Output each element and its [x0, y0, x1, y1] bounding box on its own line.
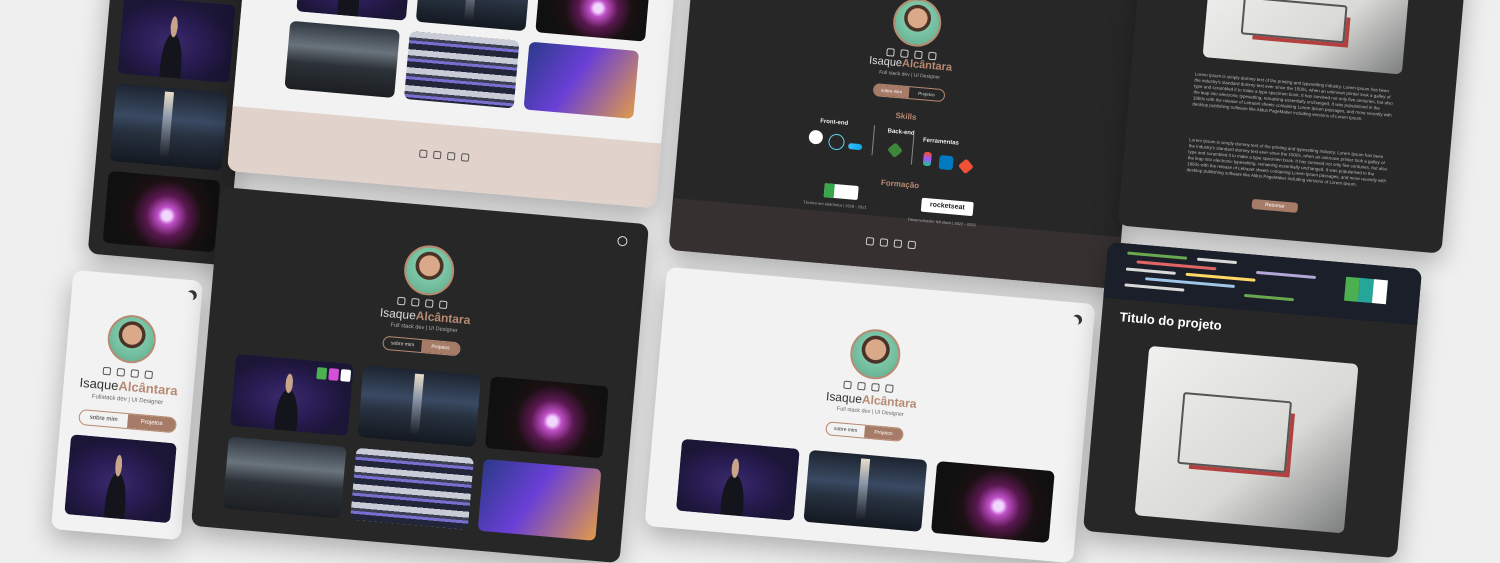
- skills-divider: [871, 125, 876, 156]
- instagram-icon[interactable]: [397, 296, 406, 306]
- section-toggle[interactable]: sobre mim Projetos: [382, 335, 461, 357]
- project-thumb-plasma[interactable]: [930, 461, 1055, 544]
- linkedin-icon[interactable]: [446, 151, 456, 161]
- tech-badge: [328, 368, 340, 381]
- twitter-icon[interactable]: [116, 368, 126, 377]
- tailwind-icon: [847, 143, 863, 151]
- avatar: [891, 0, 944, 49]
- desktop-profile-light-card: IsaqueAlcântara Full stack dev | UI Desi…: [644, 266, 1096, 563]
- project-thumb-plasma[interactable]: [484, 376, 609, 459]
- twitter-icon[interactable]: [857, 381, 866, 391]
- section-toggle[interactable]: sobre mim Projetos: [78, 408, 178, 434]
- back-button[interactable]: Retornar: [1251, 198, 1299, 213]
- twitter-icon[interactable]: [432, 150, 442, 160]
- git-icon: [957, 158, 974, 175]
- first-name: Isaque: [78, 374, 120, 394]
- desktop-profile-dark-card: IsaqueAlcântara Full stack dev | UI Desi…: [191, 186, 649, 563]
- first-name: Isaque: [825, 389, 863, 407]
- sun-icon[interactable]: [617, 235, 628, 247]
- project-cover-image: [1202, 0, 1410, 75]
- toggle-about[interactable]: sobre mim: [873, 84, 910, 99]
- project-thumb-plasma[interactable]: [102, 170, 221, 253]
- tech-badge: [340, 369, 352, 382]
- project-detail-text-card: Lorem Ipsum is simply dummy text of the …: [1117, 0, 1468, 254]
- skills-divider: [910, 134, 915, 165]
- project-thumb-hallway[interactable]: [357, 365, 482, 448]
- project-paragraph-2: Lorem Ipsum is simply dummy text of the …: [1186, 137, 1388, 187]
- moon-icon[interactable]: [1069, 316, 1080, 327]
- nextjs-icon: [808, 129, 824, 145]
- education-title: Formação: [880, 178, 920, 191]
- skills-frontend-label: Front-end: [819, 118, 849, 127]
- moon-icon[interactable]: [183, 292, 194, 303]
- project-thumb-vr[interactable]: [229, 353, 354, 436]
- project-thumb-vr[interactable]: [64, 434, 177, 524]
- toggle-projects[interactable]: Projetos: [909, 87, 945, 101]
- avatar: [402, 243, 457, 298]
- toggle-projects[interactable]: Projetos: [126, 414, 177, 433]
- avatar: [848, 327, 903, 382]
- section-toggle[interactable]: sobre mim Projetos: [825, 421, 904, 442]
- skills-tools-label: Ferramentas: [922, 137, 960, 147]
- project-thumb-robot[interactable]: [523, 41, 640, 119]
- last-name: Alcântara: [117, 378, 179, 399]
- school-logo-rocketseat: rocketseat: [920, 197, 974, 217]
- avatar: [105, 313, 158, 366]
- project-thumb-hallway[interactable]: [109, 83, 229, 171]
- project-thumb-hallway[interactable]: [803, 449, 928, 532]
- trello-icon: [938, 155, 954, 171]
- toggle-about[interactable]: sobre mim: [79, 410, 128, 428]
- github-icon[interactable]: [885, 384, 894, 393]
- linkedin-icon[interactable]: [871, 383, 880, 392]
- project-detail-card: Titulo do projeto: [1082, 241, 1423, 559]
- linkedin-icon[interactable]: [893, 239, 903, 249]
- instagram-icon[interactable]: [865, 236, 875, 246]
- first-name: Isaque: [379, 305, 417, 323]
- instagram-icon[interactable]: [418, 149, 428, 159]
- github-icon[interactable]: [144, 370, 154, 380]
- instagram-icon[interactable]: [102, 366, 112, 376]
- toggle-about[interactable]: sobre mim: [826, 422, 865, 437]
- school-logo-ifba: [823, 183, 859, 201]
- twitter-icon[interactable]: [879, 238, 889, 247]
- linkedin-icon[interactable]: [424, 299, 434, 308]
- linkedin-icon[interactable]: [130, 369, 140, 378]
- project-thumb-rack[interactable]: [403, 31, 520, 109]
- project-title: Titulo do projeto: [1119, 309, 1223, 334]
- github-icon[interactable]: [907, 240, 917, 250]
- desktop-gallery-light-card: [227, 0, 679, 209]
- toggle-projects[interactable]: Projetos: [421, 340, 460, 356]
- nodejs-icon: [887, 142, 903, 159]
- project-thumb-rack[interactable]: [350, 447, 474, 530]
- project-paragraph-1: Lorem Ipsum is simply dummy text of the …: [1192, 71, 1394, 122]
- project-thumb-office[interactable]: [284, 20, 400, 99]
- project-thumb-office[interactable]: [222, 436, 347, 519]
- toggle-projects[interactable]: Projetos: [864, 425, 903, 441]
- project-cover-image: [1134, 345, 1359, 534]
- tech-badge-nextjs: [1371, 279, 1388, 305]
- school1-label: Técnico em eletrônica | 2019 - 2021: [802, 199, 867, 210]
- instagram-icon[interactable]: [843, 380, 852, 390]
- tech-badge: [316, 367, 328, 380]
- desktop-about-dark-card: IsaqueAlcântara Full stack dev | UI Desi…: [668, 0, 1146, 289]
- github-icon[interactable]: [460, 153, 470, 162]
- skills-backend-label: Back-end: [887, 128, 915, 137]
- react-icon: [827, 133, 846, 151]
- first-name: Isaque: [868, 54, 903, 70]
- section-toggle[interactable]: sobre mim Projetos: [872, 83, 946, 103]
- toggle-about[interactable]: sobre mim: [383, 337, 422, 352]
- project-thumb-vr[interactable]: [675, 438, 800, 521]
- github-icon[interactable]: [438, 300, 448, 310]
- figma-icon: [922, 151, 932, 167]
- twitter-icon[interactable]: [410, 297, 420, 307]
- project-thumb-vr[interactable]: [117, 0, 236, 84]
